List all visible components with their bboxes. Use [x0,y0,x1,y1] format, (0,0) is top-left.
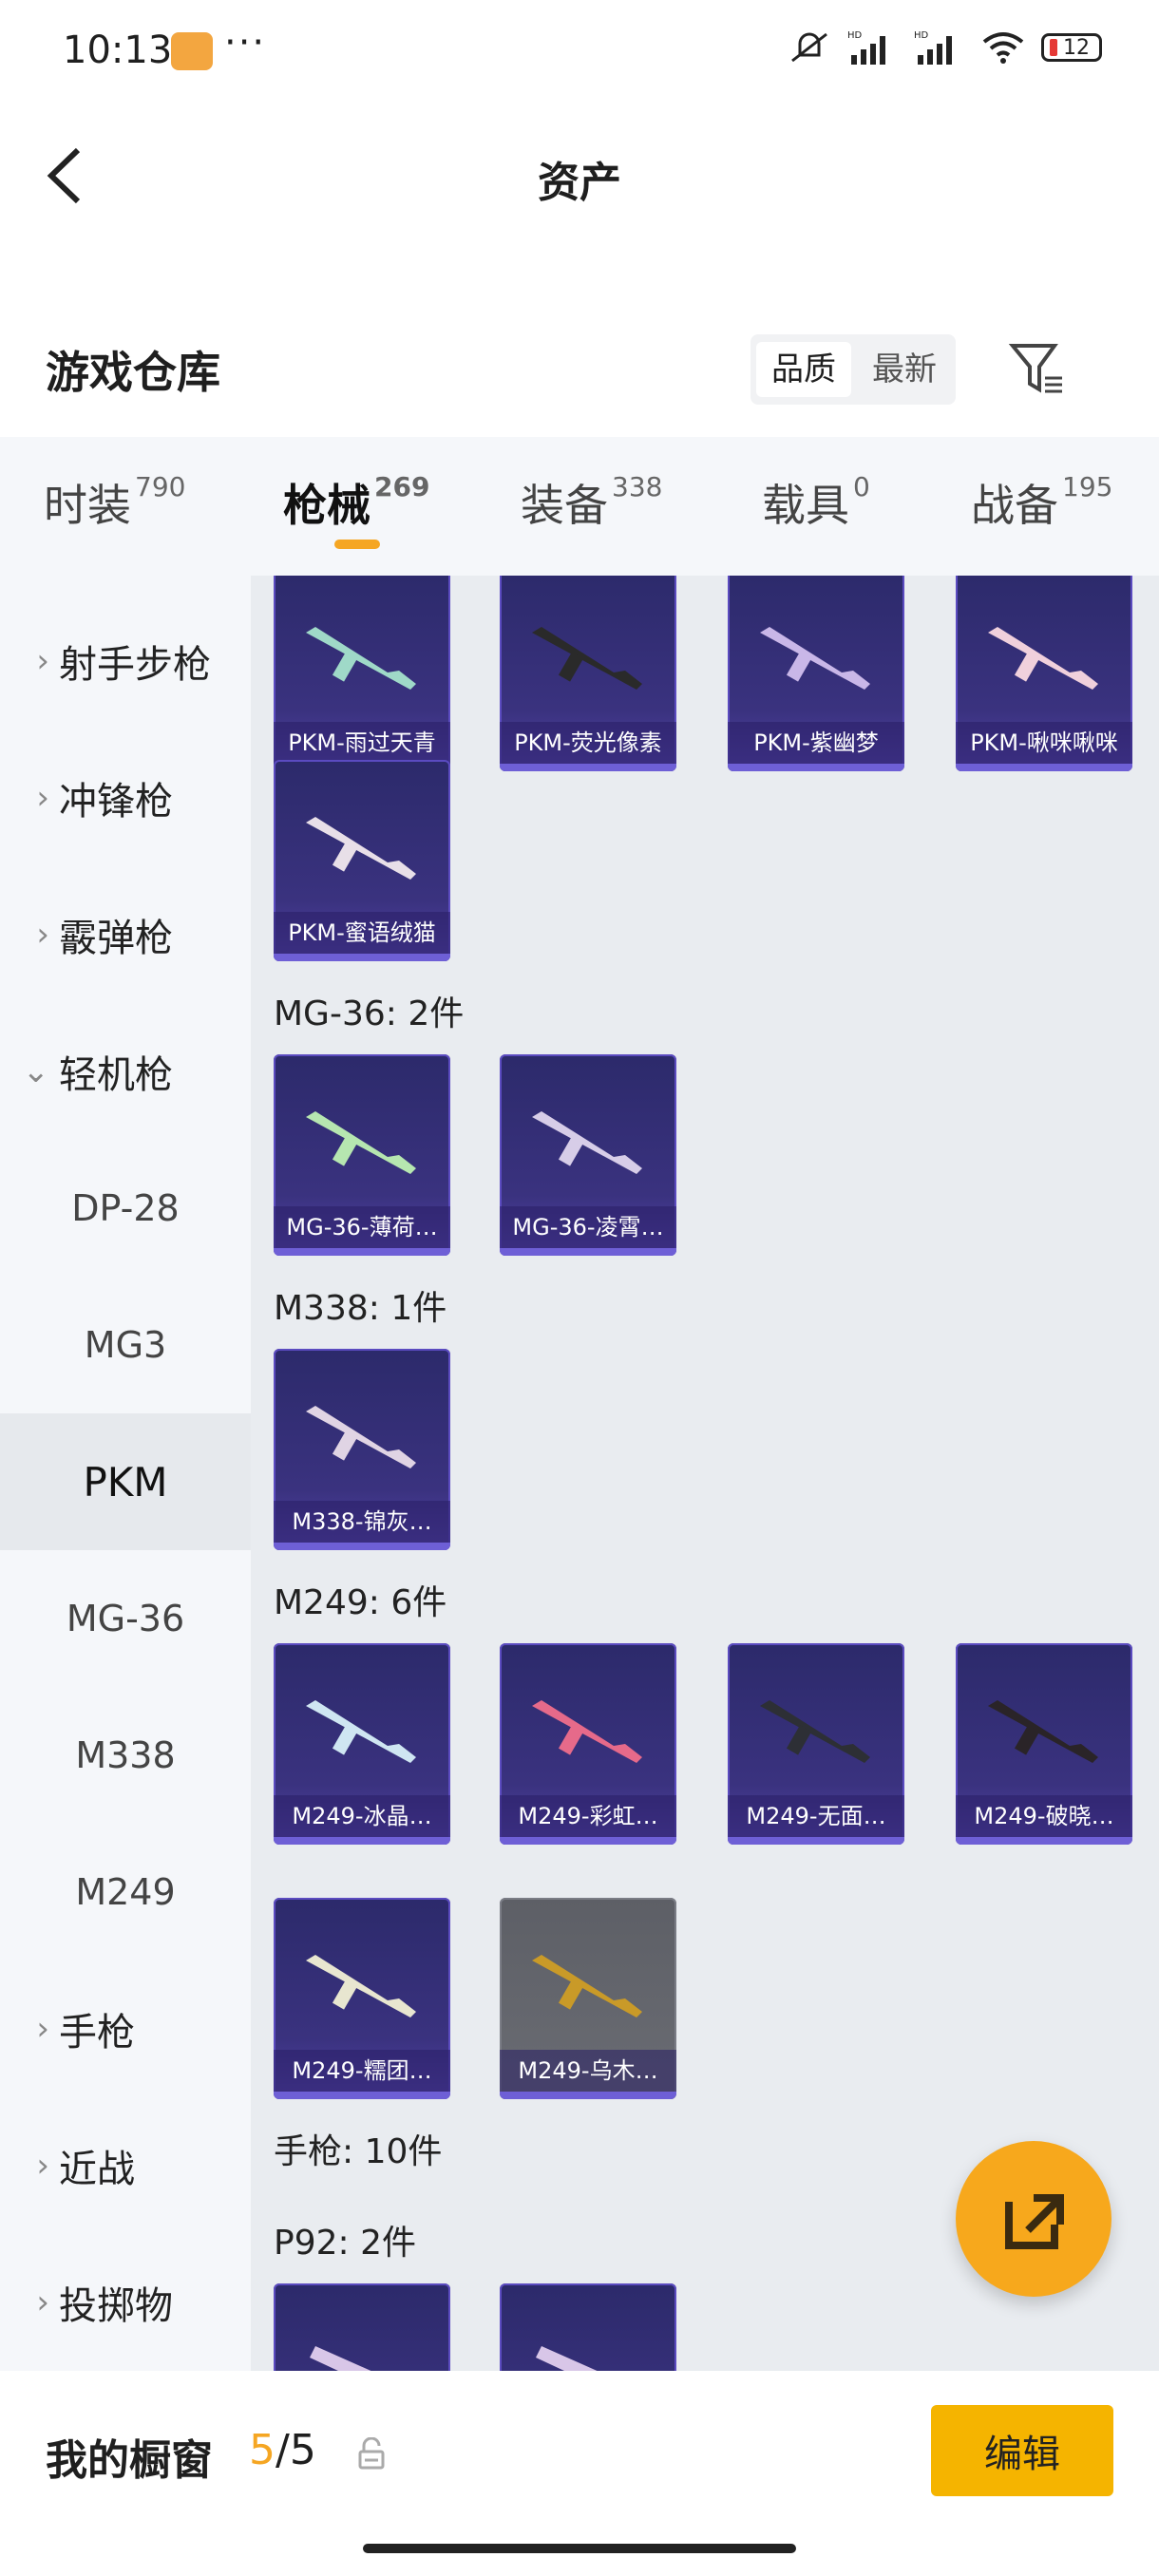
status-icons: HD HD 12 [787,28,1102,66]
sidebar-item-shotgun[interactable]: › 霰弹枪 [0,866,251,1003]
battery-icon: 12 [1041,33,1102,62]
sidebar-item-mg36[interactable]: MG-36 [0,1550,251,1687]
weapon-card[interactable] [274,2283,450,2371]
share-icon [1005,2194,1064,2249]
sidebar-item-marksman-rifle[interactable]: › 射手步枪 [0,593,251,729]
tab-fashion[interactable]: 时装 790 [44,471,185,534]
weapon-card[interactable]: PKM-雨过天青 [274,576,450,771]
mute-icon [791,32,827,63]
weapon-grid: PKM-雨过天青 PKM-荧光像素 PKM-紫幽梦 PKM-啾咪啾咪 PKM-蜜… [251,576,1159,2371]
signal-icon: HD [847,30,885,65]
tab-guns[interactable]: 枪械 269 [283,471,429,534]
wifi-icon [982,32,1024,64]
more-notifications-icon: ··· [224,21,267,65]
edit-button[interactable]: 编辑 [931,2405,1113,2496]
weapon-card[interactable]: MG-36-薄荷… [274,1054,450,1256]
sidebar-item-pistol[interactable]: › 手枪 [0,1960,251,2097]
active-tab-indicator [334,540,380,549]
weapon-card[interactable]: PKM-啾咪啾咪 [956,576,1132,771]
group-title: 手枪: 10件 [274,2132,443,2171]
filter-icon[interactable] [1007,338,1068,399]
svg-text:HD: HD [847,30,863,41]
svg-text:HD: HD [914,30,929,41]
weapon-card[interactable]: M249-彩虹… [500,1643,676,1845]
sidebar-item-smg[interactable]: › 冲锋枪 [0,729,251,866]
showcase-label: 我的橱窗 [46,2436,213,2485]
sidebar-item-melee[interactable]: › 近战 [0,2097,251,2234]
sidebar-item-mg3[interactable]: MG3 [0,1277,251,1413]
section-title: 游戏仓库 [46,347,220,398]
sidebar-item-throwable[interactable]: › 投掷物 [0,2234,251,2371]
weapon-card[interactable]: M249-破晓… [956,1643,1132,1845]
lock-icon [358,2437,385,2470]
group-title: M249: 6件 [274,1583,447,1622]
tab-supplies[interactable]: 战备 195 [971,471,1112,534]
weapon-card[interactable]: M249-无面… [728,1643,904,1845]
weapon-card[interactable]: PKM-荧光像素 [500,576,676,771]
home-indicator[interactable] [363,2544,796,2553]
weapon-card[interactable]: M249-冰晶… [274,1643,450,1845]
app-notification-icon [171,32,213,70]
sidebar-item-dp28[interactable]: DP-28 [0,1140,251,1277]
weapon-card[interactable]: PKM-紫幽梦 [728,576,904,771]
status-time: 10:13 [63,28,173,72]
sort-newest-button[interactable]: 最新 [857,342,952,397]
weapon-card[interactable] [500,2283,676,2371]
page-title: 资产 [538,159,621,207]
group-title: M338: 1件 [274,1289,447,1328]
weapon-card[interactable]: M249-糯团… [274,1898,450,2099]
weapon-card[interactable]: M249-乌木… [500,1898,676,2099]
weapon-card[interactable]: M338-锦灰… [274,1349,450,1550]
group-title: P92: 2件 [274,2224,416,2263]
sidebar-item-lmg[interactable]: ⌄ 轻机枪 [0,1003,251,1140]
share-button[interactable] [956,2141,1112,2297]
weapon-card[interactable]: MG-36-凌霄… [500,1054,676,1256]
tab-vehicles[interactable]: 载具 0 [762,471,870,534]
showcase-count: 5/5 [249,2426,316,2474]
sort-quality-button[interactable]: 品质 [756,342,851,397]
signal-icon: HD [914,30,952,65]
tab-equipment[interactable]: 装备 338 [521,471,662,534]
sidebar-item-m249[interactable]: M249 [0,1824,251,1960]
sidebar-item-pkm[interactable]: PKM [0,1413,251,1550]
weapon-card[interactable]: PKM-蜜语绒猫 [274,760,450,961]
sidebar-item-m338[interactable]: M338 [0,1687,251,1824]
group-title: MG-36: 2件 [274,994,465,1033]
